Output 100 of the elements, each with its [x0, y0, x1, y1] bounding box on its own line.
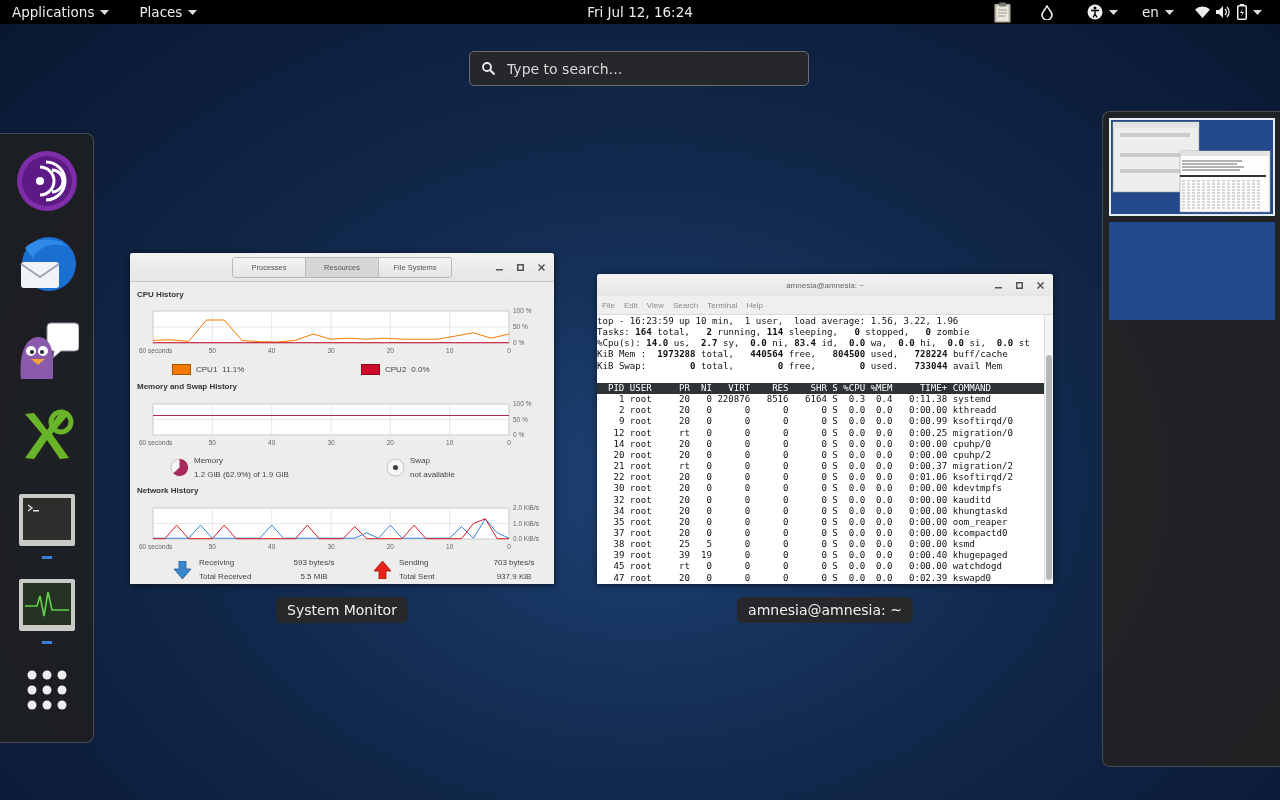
table-cell-text: rt — [678, 561, 691, 573]
table-cell-text: 0:00.25 — [907, 427, 948, 439]
table-cell-text: 0 — [782, 405, 789, 417]
table-cell-text: root — [628, 438, 653, 450]
table-cell-text: kcompactd0 — [951, 527, 1009, 540]
table-cell-text: 0.0 — [875, 527, 893, 540]
table-cell-text: root — [628, 505, 653, 517]
table-cell-text: ksmd — [951, 539, 976, 551]
table-cell-text: root — [628, 449, 653, 462]
table-cell-text: kauditd — [951, 494, 993, 506]
table-cell-text: 0 — [743, 516, 751, 528]
network-label: Receiving — [199, 558, 236, 567]
table-cell-text: migration/2 — [951, 461, 1013, 473]
table-cell-text: S — [831, 449, 838, 462]
table-cell-text: S — [831, 427, 838, 439]
table-cell-text: 0 — [743, 427, 751, 439]
table-cell-text: 0.0 — [875, 438, 893, 450]
table-cell-text: 30 — [612, 483, 625, 495]
table-cell-text: S — [831, 550, 838, 562]
table-cell-text: 0 — [782, 539, 789, 551]
table-cell-text: 34 — [612, 505, 625, 517]
table-cell-text: 14 — [612, 438, 625, 450]
table-cell-text: 0 — [705, 461, 712, 473]
section-title: Network History — [137, 485, 200, 496]
table-cell-text: 0.0 — [875, 449, 893, 462]
table-cell-text: 1 — [617, 394, 625, 406]
memory-label: Memory — [194, 456, 224, 465]
table-cell-text: 20 — [678, 527, 691, 540]
table-cell-text: 0.0 — [847, 461, 866, 473]
table-cell-text: 0 — [743, 483, 751, 495]
search-bar[interactable]: Type to search… — [469, 51, 809, 86]
table-cell-text: 0 — [782, 449, 789, 462]
terminal-line: Tasks: 164 total, 2 running, 114 sleeping, 0 stopped, 0 zombie — [597, 327, 971, 339]
clock[interactable]: Fri Jul 12, 16:24 — [587, 4, 693, 20]
table-cell-text: 0.0 — [847, 516, 866, 528]
table-cell-text: 0.4 — [875, 394, 893, 406]
terminal-line: KiB Mem : 1973288 total, 440564 free, 804500 used, 728224 buff/cache — [597, 349, 1009, 361]
column-header: %MEM — [869, 382, 893, 395]
table-cell-text: 5 — [705, 539, 712, 551]
table-cell-text: root — [628, 394, 653, 406]
table-cell-text: 20 — [678, 572, 691, 584]
table-cell-text: 0:02.39 — [907, 572, 948, 584]
table-cell-text: 0:00.99 — [907, 416, 948, 428]
table-cell-text: S — [831, 461, 838, 473]
table-cell-text: 0:00.00 — [907, 561, 948, 573]
table-cell-text: 0.0 — [875, 539, 893, 551]
table-cell-text: root — [628, 472, 653, 484]
table-cell-text: systemd — [951, 394, 993, 406]
top-menu[interactable]: Places — [139, 4, 198, 20]
table-cell-text: S — [831, 438, 838, 450]
table-cell-text: 0.0 — [875, 405, 893, 417]
table-cell-text: 38 — [612, 539, 625, 551]
table-cell-text: rt — [678, 427, 691, 439]
table-cell-text: 0 — [782, 527, 789, 540]
table-cell-text: 0 — [705, 394, 712, 406]
column-header: VIRT — [727, 382, 751, 395]
table-cell-text: 22 — [612, 472, 625, 484]
table-cell-text: 20 — [678, 416, 691, 428]
table-cell-text: 0 — [705, 427, 712, 439]
table-cell-text: kswapd0 — [951, 572, 993, 584]
table-cell-text: 0 — [705, 516, 712, 528]
column-header: USER — [628, 382, 653, 395]
search-field[interactable]: Type to search… — [505, 59, 796, 78]
table-cell-text: 0 — [782, 416, 789, 428]
table-cell-text: S — [831, 516, 838, 528]
table-cell-text: 39 — [678, 550, 691, 562]
table-cell-text: 0 — [705, 561, 712, 573]
table-cell-text: 0 — [705, 449, 712, 462]
table-cell-text: 0.0 — [847, 483, 866, 495]
window-caption[interactable]: amnesia@amnesia: ~ — [737, 597, 913, 623]
table-cell-text: 0 — [820, 494, 827, 506]
table-cell-text: 0 — [743, 449, 751, 462]
table-cell-text: root — [628, 483, 653, 495]
table-cell-text: khugepaged — [951, 550, 1009, 562]
keyboard-layout[interactable]: en — [1142, 4, 1159, 20]
table-cell-text: ksoftirqd/0 — [951, 416, 1013, 428]
table-cell-text: 0:01.06 — [907, 472, 948, 484]
table-cell-text: 0.3 — [847, 394, 866, 406]
table-cell-text: rt — [678, 461, 691, 473]
table-cell-text: 20 — [612, 449, 625, 462]
table-cell-text: 0 — [705, 472, 712, 484]
table-cell-text: root — [628, 416, 653, 428]
table-cell-text: 0:00.00 — [907, 438, 948, 450]
table-cell-text: root — [628, 494, 653, 506]
table-cell-text: 2 — [617, 405, 625, 417]
table-cell-text: S — [831, 416, 838, 428]
table-cell-text: root — [628, 516, 653, 528]
table-cell-text: 6164 — [803, 394, 827, 406]
table-cell-text: 39 — [612, 550, 625, 562]
table-cell-text: 32 — [612, 494, 625, 506]
table-cell-text: root — [628, 405, 653, 417]
table-cell-text: 0.0 — [847, 561, 866, 573]
table-cell-text: 0 — [820, 472, 827, 484]
table-cell-text: 0 — [820, 416, 827, 428]
table-cell-text: 0 — [820, 527, 827, 540]
top-menu[interactable]: Applications — [12, 4, 110, 20]
table-cell-text: 0 — [743, 416, 751, 428]
table-cell-text: S — [831, 472, 838, 484]
window-caption[interactable]: System Monitor — [276, 597, 408, 623]
network-total: 5.5 MiB — [300, 572, 328, 581]
